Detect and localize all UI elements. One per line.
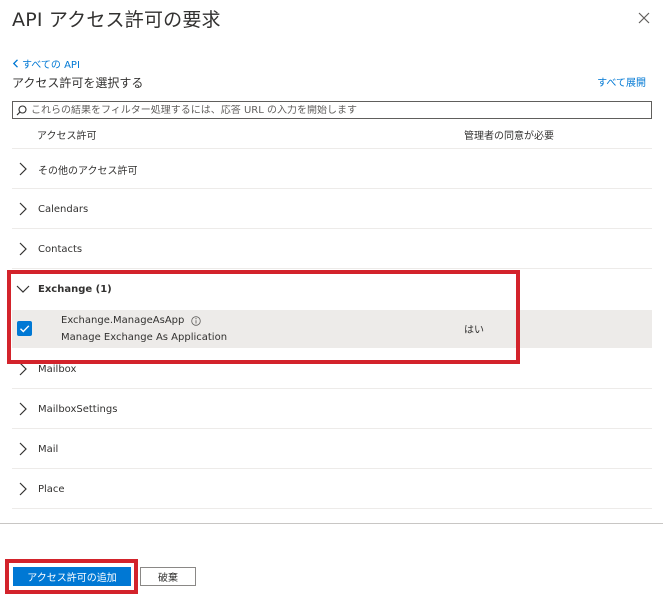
select-permissions-heading: アクセス許可を選択する (12, 76, 144, 90)
close-icon[interactable] (634, 8, 654, 28)
chevron-right-icon (19, 442, 27, 456)
permission-name: Exchange.ManageAsApp (61, 315, 202, 326)
chevron-right-icon (19, 202, 27, 216)
expand-all-link[interactable]: すべて展開 (597, 74, 646, 89)
chevron-right-icon (19, 242, 27, 256)
group-label: Calendars (38, 203, 89, 215)
group-label: MailboxSettings (38, 403, 118, 415)
permission-group-mail[interactable]: Mail (12, 429, 652, 469)
group-label: Place (38, 483, 65, 495)
group-label: Contacts (38, 243, 83, 255)
chevron-down-icon (16, 285, 30, 293)
chevron-right-icon (19, 362, 27, 376)
search-icon (16, 104, 27, 115)
permission-row-exchange-manageasapp[interactable]: Exchange.ManageAsApp Manage Exchange As … (12, 310, 652, 348)
footer-divider (0, 523, 663, 524)
permission-group-other[interactable]: その他のアクセス許可 (12, 149, 652, 189)
permission-name-text: Exchange.ManageAsApp (61, 315, 185, 326)
info-icon[interactable] (191, 315, 202, 326)
back-to-all-apis-link[interactable]: すべての API (12, 56, 80, 71)
group-label: Exchange (1) (38, 283, 112, 295)
permission-group-place[interactable]: Place (12, 469, 652, 509)
permission-group-calendars[interactable]: Calendars (12, 189, 652, 229)
chevron-right-icon (19, 402, 27, 416)
column-header-admin-consent: 管理者の同意が必要 (464, 131, 554, 142)
permission-group-mailboxsettings[interactable]: MailboxSettings (12, 389, 652, 429)
permission-description: Manage Exchange As Application (61, 332, 228, 343)
permission-group-exchange[interactable]: Exchange (1) (12, 269, 652, 309)
back-link-label: すべての API (22, 60, 80, 71)
divider (12, 508, 652, 509)
permission-group-mailbox[interactable]: Mailbox (12, 349, 652, 389)
checkmark-icon (20, 325, 30, 333)
permission-group-contacts[interactable]: Contacts (12, 229, 652, 269)
add-permissions-button[interactable]: アクセス許可の追加 (13, 567, 131, 586)
group-label: その他のアクセス許可 (38, 165, 138, 177)
admin-consent-value: はい (464, 325, 484, 336)
column-header-permission: アクセス許可 (37, 131, 97, 142)
permission-checkbox[interactable] (17, 321, 32, 336)
permission-search-box[interactable] (12, 101, 652, 119)
group-label: Mail (38, 443, 59, 455)
search-input[interactable] (31, 104, 631, 116)
chevron-right-icon (19, 482, 27, 496)
page-title: API アクセス許可の要求 (12, 9, 221, 31)
chevron-right-icon (19, 162, 27, 176)
discard-button[interactable]: 破棄 (140, 567, 196, 586)
chevron-left-icon (12, 59, 18, 68)
group-label: Mailbox (38, 363, 77, 375)
